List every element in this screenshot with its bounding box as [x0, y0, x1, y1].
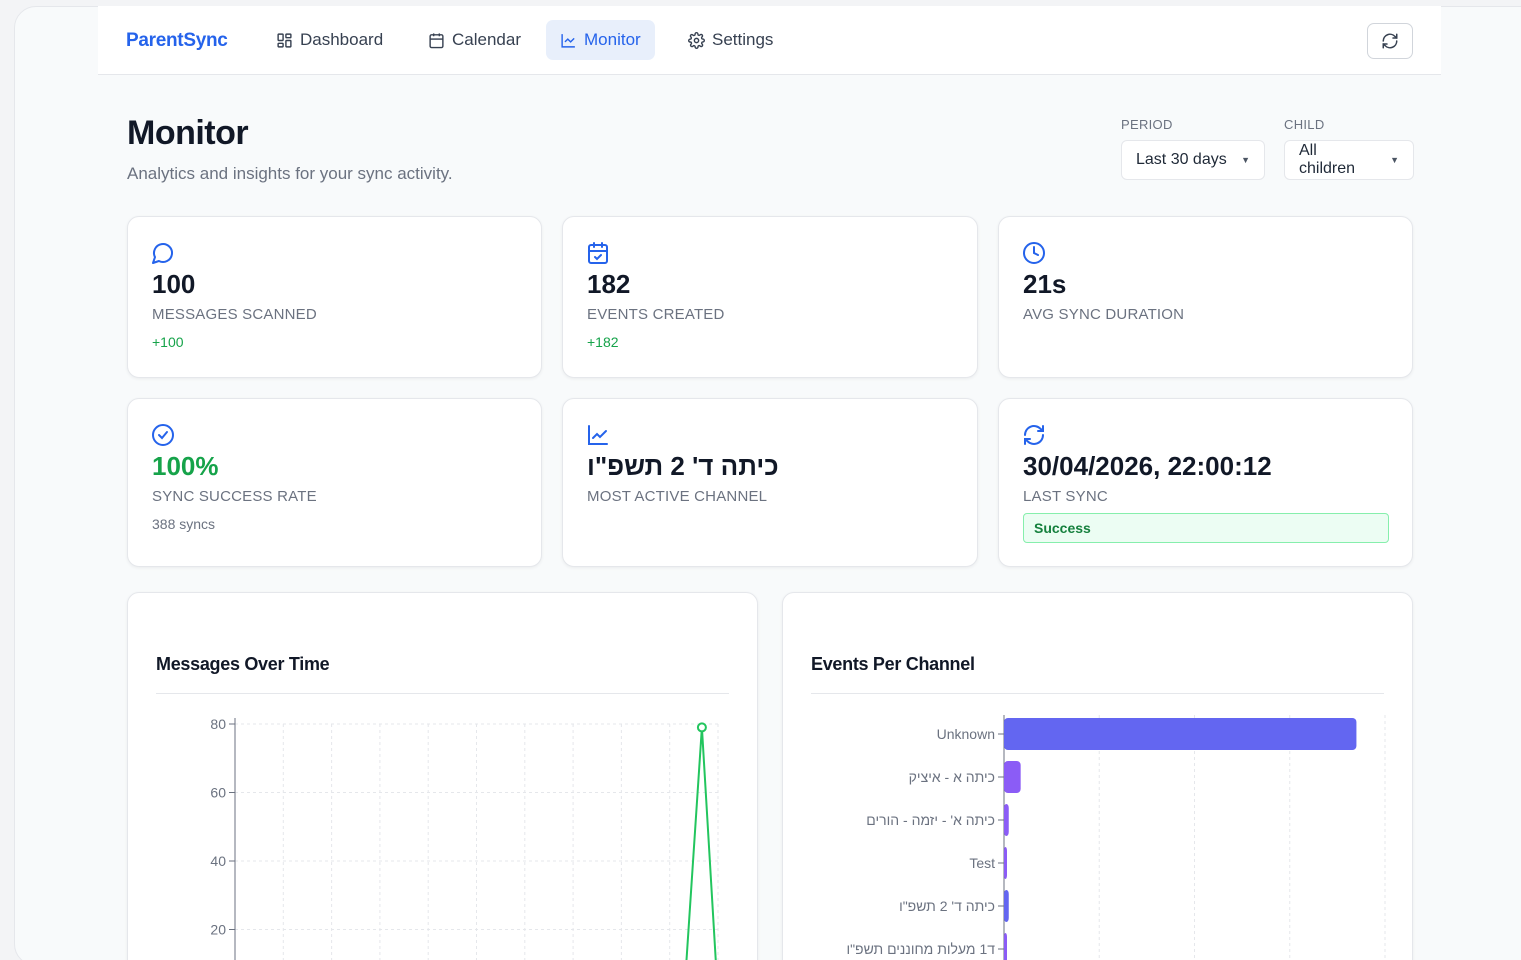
category-label: ד1 מעלות מחוננים תשפ"ו: [846, 941, 995, 957]
chart-card-messages: Messages Over Time 20 40 60 80: [127, 592, 758, 960]
brand-logo[interactable]: ParentSync: [126, 30, 228, 52]
stat-delta: +100: [152, 334, 184, 350]
status-badge: Success: [1023, 513, 1389, 543]
chart-line-icon: [588, 425, 608, 445]
message-icon: [152, 243, 173, 264]
y-tick-label: 20: [210, 922, 226, 938]
period-label: PERIOD: [1121, 117, 1173, 132]
nav-dashboard-label: Dashboard: [300, 30, 384, 49]
refresh-button[interactable]: [1367, 23, 1413, 59]
chevron-down-icon: ▼: [1241, 155, 1250, 165]
y-tick-label: 40: [210, 853, 226, 869]
messages-line-chart: 20 40 60 80: [210, 716, 719, 960]
check-circle-icon: [152, 424, 174, 446]
stat-card-active-channel: כיתה ד' 2 תשפ"ו MOST ACTIVE CHANNEL: [562, 398, 978, 567]
stat-card-duration: 21s AVG SYNC DURATION: [998, 216, 1413, 378]
stat-label: LAST SYNC: [1023, 488, 1108, 505]
refresh-icon: [1382, 33, 1398, 49]
stat-value: כיתה ד' 2 תשפ"ו: [587, 451, 779, 481]
page-title: Monitor: [127, 114, 249, 152]
stat-value: 100: [152, 269, 196, 299]
bar: [1004, 718, 1357, 750]
data-point: [696, 722, 707, 733]
chevron-down-icon: ▼: [1390, 155, 1399, 165]
period-select[interactable]: Last 30 days ▼: [1121, 140, 1265, 180]
chart-card-events: Events Per Channel Unknown כיתה א - איציק…: [782, 592, 1413, 960]
stat-label: MOST ACTIVE CHANNEL: [587, 488, 768, 505]
bar: [1004, 761, 1021, 793]
stat-card-events: 182 EVENTS CREATED +182: [562, 216, 978, 378]
y-tick-label: 60: [210, 785, 226, 801]
events-bar-chart: Unknown כיתה א - איציק כיתה א' - יזמה - הו…: [846, 715, 1386, 960]
nav-dashboard[interactable]: Dashboard: [262, 20, 397, 60]
bar: [1004, 890, 1009, 922]
stat-value: 21s: [1023, 269, 1067, 299]
category-label: כיתה א' - יזמה - הורים: [866, 812, 995, 828]
y-tick-label: 80: [210, 716, 226, 732]
nav-calendar[interactable]: Calendar: [414, 20, 535, 60]
period-value: Last 30 days: [1136, 151, 1227, 168]
nav-settings[interactable]: Settings: [674, 20, 787, 60]
clock-icon: [1023, 242, 1045, 264]
calendar-icon: [429, 32, 444, 48]
nav-monitor-label: Monitor: [584, 30, 641, 49]
stat-label: AVG SYNC DURATION: [1023, 306, 1185, 323]
stat-card-last-sync: 30/04/2026, 22:00:12 LAST SYNC Success: [998, 398, 1413, 567]
gear-icon: [688, 31, 705, 49]
bar: [1004, 933, 1007, 960]
bar: [1004, 804, 1009, 836]
chart-line-icon: [561, 33, 575, 48]
category-label: כיתה א - איציק: [909, 769, 995, 785]
child-select[interactable]: All children ▼: [1284, 140, 1414, 180]
stat-value: 182: [587, 269, 631, 299]
nav-calendar-label: Calendar: [452, 30, 521, 49]
stat-delta: +182: [587, 334, 619, 350]
nav-settings-label: Settings: [712, 30, 774, 49]
category-label: כיתה ד' 2 תשפ"ו: [899, 898, 995, 914]
stat-label: EVENTS CREATED: [587, 306, 725, 323]
stat-value: 100%: [152, 451, 219, 481]
stat-sub: 388 syncs: [152, 516, 216, 532]
top-navbar: ParentSync Dashboard Calendar Monitor Se…: [98, 6, 1441, 75]
category-label: Test: [969, 855, 995, 871]
stat-card-messages: 100 MESSAGES SCANNED +100: [127, 216, 542, 378]
bar: [1004, 847, 1007, 879]
page-subtitle: Analytics and insights for your sync act…: [127, 164, 453, 183]
stat-card-success-rate: 100% SYNC SUCCESS RATE 388 syncs: [127, 398, 542, 567]
stat-label: MESSAGES SCANNED: [152, 306, 317, 323]
child-value: All children: [1299, 142, 1356, 177]
nav-monitor[interactable]: Monitor: [546, 20, 655, 60]
stat-label: SYNC SUCCESS RATE: [152, 488, 317, 505]
dashboard-icon: [277, 32, 292, 48]
category-label: Unknown: [937, 726, 995, 742]
refresh-icon: [1024, 425, 1044, 445]
stat-value: 30/04/2026, 22:00:12: [1023, 451, 1272, 481]
calendar-check-icon: [588, 242, 608, 264]
child-label: CHILD: [1284, 117, 1325, 132]
